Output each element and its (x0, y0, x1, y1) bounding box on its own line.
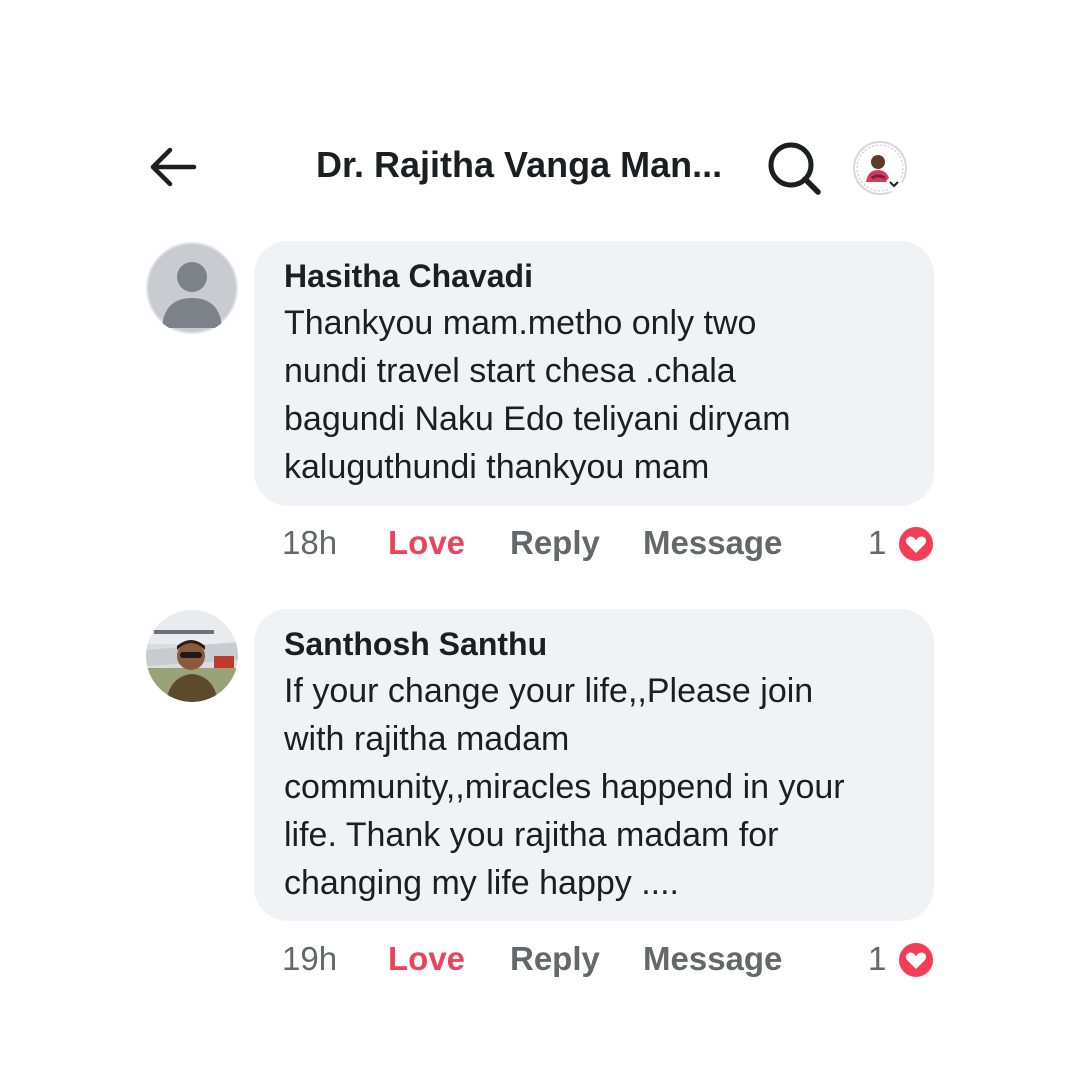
comment-bubble: Santhosh Santhu If your change your life… (254, 609, 934, 921)
reaction-count[interactable]: 1 (868, 940, 886, 978)
reply-button[interactable]: Reply (510, 940, 600, 978)
page-title: Dr. Rajitha Vanga Man... (316, 144, 723, 185)
comment-time: 19h (282, 940, 338, 977)
search-icon[interactable] (765, 138, 825, 198)
reply-button[interactable]: Reply (510, 524, 600, 562)
heart-icon[interactable] (896, 524, 936, 564)
message-button[interactable]: Message (643, 524, 782, 562)
user-avatar[interactable] (146, 610, 238, 702)
comment-bubble: Hasitha Chavadi Thankyou mam.metho only … (254, 241, 934, 506)
message-button[interactable]: Message (643, 940, 782, 978)
back-arrow-icon[interactable] (146, 142, 202, 192)
top-bar: Dr. Rajitha Vanga Man... (0, 0, 1080, 230)
love-button[interactable]: Love (388, 524, 465, 562)
comment-author[interactable]: Santhosh Santhu (284, 625, 904, 663)
comment-text: If your change your life,,Please join wi… (284, 672, 845, 902)
reaction-count[interactable]: 1 (868, 524, 886, 562)
profile-avatar-icon[interactable] (852, 140, 908, 196)
comment-text: Thankyou mam.metho only two nundi travel… (284, 304, 791, 486)
comment-time: 18h (282, 524, 338, 561)
comment-author[interactable]: Hasitha Chavadi (284, 257, 904, 295)
comment-actions: 18h Love Reply Message 1 (282, 524, 942, 572)
default-avatar-icon[interactable] (146, 242, 238, 334)
heart-icon[interactable] (896, 940, 936, 980)
love-button[interactable]: Love (388, 940, 465, 978)
comment-actions: 19h Love Reply Message 1 (282, 940, 942, 988)
